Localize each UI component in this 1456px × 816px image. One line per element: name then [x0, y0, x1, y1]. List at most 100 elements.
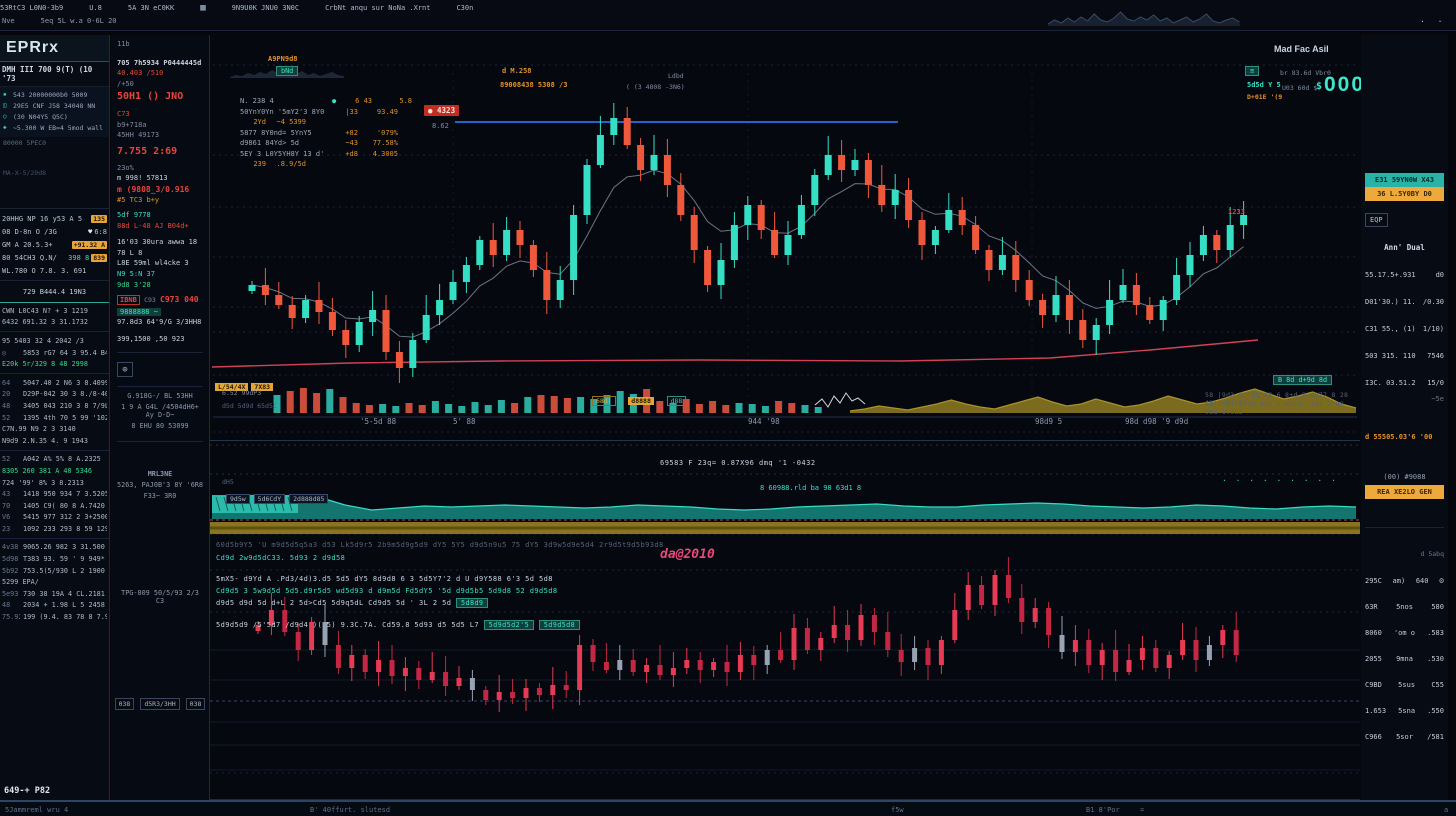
option-row[interactable]: ▪ 543 20000000b0 5009: [0, 89, 109, 100]
book-more-label[interactable]: ~5e: [1365, 395, 1444, 403]
stat-badge[interactable]: +91.32 A: [72, 241, 107, 249]
news-row-4-badge-2[interactable]: 5d9d5d8: [539, 620, 580, 630]
table-row[interactable]: CWN L0C43 N? + 3 1219: [0, 305, 109, 317]
strip-pill[interactable]: 5d6CdY: [254, 494, 285, 504]
teal-highlight-value[interactable]: 9888888 ~: [117, 308, 161, 316]
news-row-4[interactable]: 5d9d5d9 /5'5d7 /d9d4 )( 5) 9.3C.7A. Cd59…: [216, 620, 580, 630]
menu-item-6[interactable]: C30n: [456, 4, 473, 12]
legend-row[interactable]: N. 238 4 ● 6 43 5.8: [240, 96, 415, 107]
stat-row[interactable]: 20HHG NP 16 y53 A 5 135: [0, 212, 109, 225]
menu-item-1[interactable]: 53RtC3 L0N0-3b9: [0, 4, 63, 12]
menu-item-2[interactable]: U.8: [89, 4, 102, 12]
price-alert-flag[interactable]: ● 4323: [424, 105, 459, 116]
table-row[interactable]: 645047.40 2 N6 3 8.4099: [0, 377, 109, 389]
table-row[interactable]: 20D29P-042 30 3 8./8-40: [0, 389, 109, 401]
stat-row[interactable]: GM A 20.5.3+ +91.32 A: [0, 238, 109, 251]
level-row[interactable]: C966 5sor /581: [1365, 733, 1444, 741]
book-row[interactable]: D01'30.) 11. /0.30: [1365, 298, 1444, 306]
table-row[interactable]: E20k 5r/329 8 48 2998: [0, 358, 109, 370]
marker-pill-1[interactable]: 68d|: [592, 396, 616, 406]
timeframe-pill[interactable]: bNd: [276, 66, 298, 76]
level-row[interactable]: 8060 'om o .583: [1365, 629, 1444, 637]
level-row[interactable]: C9BD 5sus C55: [1365, 681, 1444, 689]
level-row[interactable]: 2055 9mna .530: [1365, 655, 1444, 663]
ibnb-badge[interactable]: IBNB: [117, 295, 140, 305]
news-row-3-badge[interactable]: 5d8d9: [456, 598, 488, 608]
option-row[interactable]: ○ (30 N04Y5 Q5C): [0, 111, 109, 122]
menu-item-5[interactable]: CrbNt anqu sur NoNa .Xrnt: [325, 4, 430, 12]
status-right-2[interactable]: =: [1140, 806, 1144, 814]
legend-row[interactable]: 2Yd ~4 5399: [240, 117, 415, 128]
order-type-box[interactable]: EQP: [1365, 213, 1388, 227]
table-row[interactable]: 75.92199 (9.4. 83 78 8 7.9%: [0, 611, 109, 623]
table-row[interactable]: N9d9 2.N.35 4. 9 1943: [0, 435, 109, 447]
heart-icon[interactable]: ♥: [88, 228, 92, 236]
table-row[interactable]: 4v389065.26 982 3 31.500: [0, 542, 109, 554]
buy-banner[interactable]: E31 59YN0W X43: [1365, 173, 1444, 187]
table-row[interactable]: 95 5403 32 4 2042 /3: [0, 335, 109, 347]
table-row[interactable]: ◎5853 rG7 64 3 95.4 B4G: [0, 347, 109, 359]
main-candlestick-chart[interactable]: '5-5d 885' 88944 '9898d9 598d d98 '9 d9d: [210, 33, 1360, 440]
table-row[interactable]: 6432 691.32 3 31.1732: [0, 317, 109, 329]
strip-pill[interactable]: 2d888d85: [289, 494, 328, 504]
legend-row[interactable]: 50YnY0Yn '5mY2'3 8Y0 |33 93.49: [240, 107, 415, 118]
session-teal-badge[interactable]: B 8d d+9d 8d: [1273, 375, 1332, 385]
table-row[interactable]: 5e93730 38 19A 4 CL.2181: [0, 588, 109, 600]
strip-pill[interactable]: 9d5w: [226, 494, 250, 504]
level-row[interactable]: 63R 5nos 580: [1365, 603, 1444, 611]
legend-row[interactable]: 5877 8Y0nd= 5YnY5 +82 '079%: [240, 128, 415, 139]
news-row-3[interactable]: d9d5 d9d 5d d+L 2 5d>Cd5 5d9q5dL Cd9d5 5…: [216, 598, 488, 608]
book-row[interactable]: C31 55., (1) 1/10): [1365, 325, 1444, 333]
stat-badge[interactable]: 839: [91, 254, 107, 262]
marker-pill-2[interactable]: d8888: [628, 397, 654, 405]
table-row[interactable]: 5b92753.5(5/930 L 2 1900: [0, 565, 109, 577]
table-row[interactable]: C7N.99 N9 2 3 3140: [0, 423, 109, 435]
table-row[interactable]: 52A042 A% 5% 8 A.2325: [0, 454, 109, 466]
stat-row[interactable]: 08 D-8n O /3G ♥ 6:8: [0, 225, 109, 238]
level-row[interactable]: 295C am) 640 ⚙: [1365, 576, 1444, 585]
table-row[interactable]: 482034 + 1.98 L 5 2458: [0, 600, 109, 612]
stat-badge[interactable]: 135: [91, 215, 107, 223]
table-row[interactable]: 483405 043 210 3 8 7/9L: [0, 400, 109, 412]
book-row[interactable]: 503 315. 110 7546: [1365, 352, 1444, 360]
legend-row[interactable]: 239 .8.9/5d: [240, 159, 415, 170]
position-row[interactable]: d 55505.03'6 '00: [1365, 433, 1444, 441]
table-row[interactable]: 231092 233 293 8 59 1296: [0, 523, 109, 535]
table-row[interactable]: 701405 C9( 80 8 A.7420: [0, 500, 109, 512]
marker-pill-3[interactable]: d88: [667, 396, 687, 406]
plus-target-icon[interactable]: ⊕: [117, 362, 133, 377]
level-row[interactable]: 1.653 5sna .550: [1365, 707, 1444, 715]
footer-badge[interactable]: 038: [186, 698, 206, 710]
option-row[interactable]: ◈ ~5.300 W EB=4 5mod wall: [0, 122, 109, 133]
grid-icon[interactable]: ▦: [200, 3, 205, 13]
news-row-4-badge-1[interactable]: 5d9d5d2'5: [484, 620, 534, 630]
table-row[interactable]: 5d98T383 93. 59 ' 9 949*: [0, 553, 109, 565]
news-row-1[interactable]: 60d5b9Y5 'U m9d5d5q5a3 d53 Lk5d9r5 2b9m5…: [216, 541, 664, 549]
footer-badge[interactable]: 038: [115, 698, 135, 710]
table-row[interactable]: V65415 977 312 2 3+2500: [0, 512, 109, 524]
chart-indicator-tag[interactable]: A9PN9d8: [268, 55, 298, 63]
sell-banner[interactable]: 36 L.5Y0BY D0: [1365, 187, 1444, 201]
more-dots-icon[interactable]: · ·: [1420, 17, 1446, 26]
table-row[interactable]: 724 '99' 8% 3 8.2313: [0, 477, 109, 489]
table-row[interactable]: 5299 EPA/: [0, 576, 109, 588]
quote-pill[interactable]: ≡: [1245, 66, 1259, 76]
submenu-item-2[interactable]: 5eq 5L w.a 0-6L 20: [41, 17, 117, 25]
menu-item-3[interactable]: 5A 3N eC0KK: [128, 4, 174, 12]
ticker-symbol[interactable]: EPRrx: [0, 35, 109, 62]
table-row[interactable]: 431418 950 934 7 3.5205: [0, 488, 109, 500]
menu-item-4[interactable]: 9N9U0K JNU0 3N0C: [232, 4, 299, 12]
legend-row[interactable]: 5EY 3 L0Y5YH8Y 13 d' +d8 4.3005: [240, 149, 415, 160]
news-row-2[interactable]: 5mX5- d9Yd A .Pd3/4d)3.d5 5d5 dY5 8d9d8 …: [216, 575, 553, 583]
table-row[interactable]: 521395 4th 70 5 99 '102: [0, 412, 109, 424]
legend-row[interactable]: d9861 84Yd> 5d ~43 77.58%: [240, 138, 415, 149]
alert-banner[interactable]: REA XE2LO GEN: [1365, 485, 1444, 499]
stat-row[interactable]: 80 54CH3 Q.N/ 398 8 839: [0, 251, 109, 264]
book-row[interactable]: I3C. 03.51.2 15/0: [1365, 379, 1444, 387]
submenu-item-1[interactable]: Nve: [2, 17, 15, 25]
book-row[interactable]: 55.17.5+.931 d0: [1365, 271, 1444, 279]
stat-row[interactable]: WL.780 O 7.8. 3. 691: [0, 264, 109, 277]
lower-candlestick-chart[interactable]: [210, 535, 1360, 790]
option-row[interactable]: ◫ 29E5 CNF J58 34048 NN: [0, 100, 109, 111]
footer-badge[interactable]: d5R3/3HH: [140, 698, 179, 710]
